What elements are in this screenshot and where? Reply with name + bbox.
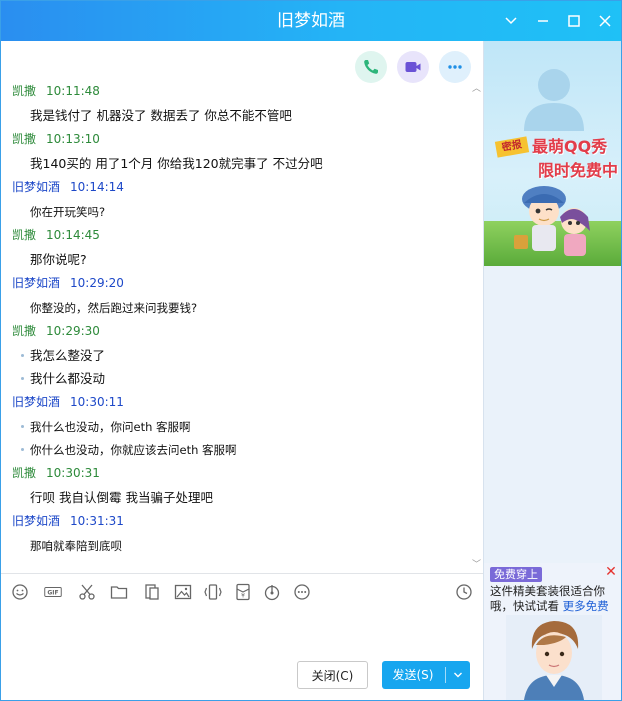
cartoon-characters-image [514,186,590,256]
message-header: 旧梦如酒 10:14:14 [12,179,124,195]
title-bar[interactable]: 旧梦如酒 [1,1,621,41]
message-header: 凯撒 10:30:31 [12,465,100,481]
scrollbar[interactable]: ︿ ﹀ [470,83,483,573]
ad-tag: 密报 [494,136,530,158]
message-text[interactable]: 我什么都没动 [30,370,105,388]
shake-icon[interactable] [203,582,223,602]
message-bullet [21,354,24,357]
message-list[interactable]: 凯撒 10:11:48 我是钱付了 机器没了 数据丢了 你总不能不管吧 凯撒 10:13… [1,83,469,573]
qq-show-ad[interactable]: 密报 最萌QQ秀 限时免费中 [484,41,621,266]
minimize-icon[interactable] [530,9,556,33]
message-sender[interactable]: 旧梦如酒 [12,276,60,290]
send-options-chevron-icon[interactable] [448,661,468,689]
right-panel: 密报 最萌QQ秀 限时免费中 免费穿上 ✕ 这件精美套装很适合你哦，快试试看 更… [483,41,621,700]
message-text[interactable]: 我140买的 用了1个月 你给我120就完事了 不过分吧 [30,155,323,173]
image-icon[interactable] [173,582,193,602]
more-options-button[interactable] [439,51,471,83]
message-header: 凯撒 10:14:45 [12,227,100,243]
message-time: 10:31:31 [70,514,124,528]
message-text[interactable]: 行呗 我自认倒霉 我当骗子处理吧 [30,489,213,507]
message-header: 旧梦如酒 10:31:31 [12,513,124,529]
dress-badge[interactable]: 免费穿上 [490,567,542,582]
message-bullet [21,425,24,428]
message-time: 10:30:11 [70,395,124,409]
dropdown-icon[interactable] [498,9,524,33]
ad-headline: 最萌QQ秀 [532,137,608,156]
message-text[interactable]: 那你说呢? [30,251,87,269]
dress-avatar-image [506,615,602,700]
dress-promo[interactable]: 免费穿上 ✕ 这件精美套装很适合你哦，快试试看 更多免费 [484,563,621,700]
message-time: 10:11:48 [46,84,100,98]
dress-close-icon[interactable]: ✕ [604,565,618,579]
message-time: 10:30:31 [46,466,100,480]
window-title: 旧梦如酒 [277,11,345,31]
dress-more-link[interactable]: 更多免费 [563,599,609,613]
history-icon[interactable] [454,582,474,602]
message-header: 凯撒 10:29:30 [12,323,100,339]
message-time: 10:14:45 [46,228,100,242]
more-icon [448,65,462,69]
message-text[interactable]: 你什么也没动，你就应该去问eth 客服啊 [30,441,237,459]
message-text[interactable]: 我怎么整没了 [30,347,105,365]
close-icon[interactable] [592,9,618,33]
message-sender[interactable]: 凯撒 [12,228,36,242]
video-icon [405,62,421,72]
send-button-label: 发送(S) [392,668,434,682]
message-text[interactable]: 我是钱付了 机器没了 数据丢了 你总不能不管吧 [30,107,292,125]
voice-call-button[interactable] [355,51,387,83]
dress-description: 这件精美套装很适合你哦，快试试看 更多免费 [490,584,620,614]
message-sender[interactable]: 凯撒 [12,324,36,338]
message-text[interactable]: 你整没的，然后跑过来问我要钱? [30,299,197,317]
close-button[interactable]: 关闭(C) [297,661,368,689]
send-button-separator [445,667,446,683]
avatar-silhouette-icon [524,69,584,131]
document-icon[interactable] [142,582,162,602]
input-toolbar: GIF ¥ [1,574,483,610]
message-time: 10:14:14 [70,180,124,194]
send-button[interactable]: 发送(S) [382,661,470,689]
message-sender[interactable]: 凯撒 [12,84,36,98]
chat-window: 旧梦如酒 凯撒 10:11:48 我是钱付了 机器没了 数据丢了 你总不能不管吧 凯撒… [0,0,622,701]
scissors-icon[interactable] [77,582,97,602]
scroll-down-icon[interactable]: ﹀ [470,559,483,571]
message-input[interactable] [1,610,483,660]
svg-text:GIF: GIF [47,590,58,597]
message-sender[interactable]: 凯撒 [12,132,36,146]
message-sender[interactable]: 旧梦如酒 [12,395,60,409]
gif-icon[interactable]: GIF [41,582,65,602]
ad-subheadline: 限时免费中 [538,161,619,180]
chat-area: 凯撒 10:11:48 我是钱付了 机器没了 数据丢了 你总不能不管吧 凯撒 10:13… [1,41,483,573]
red-packet-icon[interactable]: ¥ [233,582,253,602]
message-time: 10:29:30 [46,324,100,338]
message-header: 旧梦如酒 10:29:20 [12,275,124,291]
more-tools-icon[interactable] [292,582,312,602]
message-sender[interactable]: 旧梦如酒 [12,180,60,194]
message-header: 凯撒 10:11:48 [12,83,100,99]
message-time: 10:13:10 [46,132,100,146]
message-sender[interactable]: 旧梦如酒 [12,514,60,528]
message-header: 旧梦如酒 10:30:11 [12,394,124,410]
message-time: 10:29:20 [70,276,124,290]
message-sender[interactable]: 凯撒 [12,466,36,480]
message-bullet [21,448,24,451]
folder-icon[interactable] [109,582,129,602]
video-call-button[interactable] [397,51,429,83]
phone-icon [364,60,378,74]
svg-text:¥: ¥ [241,593,245,600]
message-text[interactable]: 那咱就奉陪到底呗 [30,537,122,555]
message-text[interactable]: 你在开玩笑吗? [30,203,105,221]
music-icon[interactable] [262,582,282,602]
scroll-up-icon[interactable]: ︿ [470,83,483,95]
close-button-label: 关闭(C) [311,668,354,683]
emoji-icon[interactable] [10,582,30,602]
maximize-icon[interactable] [561,9,587,33]
message-bullet [21,377,24,380]
message-header: 凯撒 10:13:10 [12,131,100,147]
message-text[interactable]: 我什么也没动，你问eth 客服啊 [30,418,191,436]
